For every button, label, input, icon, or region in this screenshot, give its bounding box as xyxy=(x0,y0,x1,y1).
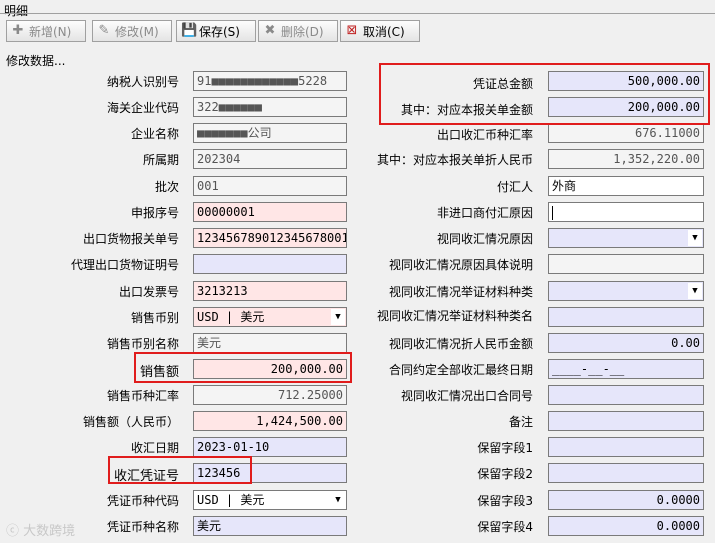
label-customs-code: 海关企业代码 xyxy=(106,101,179,115)
delete-x-icon: ✖ xyxy=(264,23,276,38)
non-importer-reason-field[interactable] xyxy=(548,202,704,222)
floppy-disk-icon: 💾 xyxy=(181,23,198,38)
sales-amount-rmb-field[interactable]: 1,424,500.00 xyxy=(193,411,347,431)
label-sales-currency-name: 销售币别名称 xyxy=(106,337,179,351)
remarks-field[interactable] xyxy=(548,411,704,431)
label-taxpayer-id: 纳税人识别号 xyxy=(106,75,179,89)
edit-button[interactable]: ✎ 修改(M) xyxy=(92,20,172,42)
invoice-no-field[interactable]: 3213213 xyxy=(193,281,347,301)
label-reserved-3: 保留字段3 xyxy=(477,494,533,508)
label-export-exchange-rate: 出口收汇币种汇率 xyxy=(436,128,533,142)
label-batch: 批次 xyxy=(154,180,179,194)
label-deemed-rmb-amount: 视同收汇情况折人民币金额 xyxy=(388,337,533,351)
declaration-seq-field[interactable]: 00000001 xyxy=(193,202,347,222)
payer-field[interactable]: 外商 xyxy=(548,176,704,196)
reserved-2-field[interactable] xyxy=(548,463,704,483)
label-reserved-2: 保留字段2 xyxy=(477,467,533,481)
evidence-type-select[interactable]: ▼ xyxy=(548,281,704,301)
plus-icon: ✚ xyxy=(12,23,24,38)
evidence-type-name-field[interactable] xyxy=(548,307,704,327)
highlight-sales-amount xyxy=(134,352,352,383)
deemed-reason-detail-field[interactable] xyxy=(548,254,704,274)
label-period: 所属期 xyxy=(142,153,179,167)
save-button[interactable]: 💾 保存(S) xyxy=(176,20,256,42)
batch-field[interactable]: 001 xyxy=(193,176,347,196)
frame-divider xyxy=(0,13,715,14)
add-button[interactable]: ✚ 新增(N) xyxy=(6,20,86,42)
voucher-currency-code-select[interactable]: USD | 美元 ▼ xyxy=(193,490,347,510)
taxpayer-id-field[interactable]: 91■■■■■■■■■■■■5228 xyxy=(193,71,347,91)
customs-declaration-no-field[interactable]: 123456789012345678001 xyxy=(193,228,347,248)
chevron-down-icon[interactable]: ▼ xyxy=(688,230,702,246)
period-field[interactable]: 202304 xyxy=(193,149,347,169)
label-reserved-4: 保留字段4 xyxy=(477,520,533,534)
label-non-importer-reason: 非进口商付汇原因 xyxy=(436,206,533,220)
label-declaration-rmb: 其中：对应本报关单折人民币 xyxy=(376,153,533,167)
voucher-currency-name-field[interactable]: 美元 xyxy=(193,516,347,536)
reserved-1-field[interactable] xyxy=(548,437,704,457)
label-invoice-no: 出口发票号 xyxy=(118,285,179,299)
label-company-name: 企业名称 xyxy=(130,127,179,141)
cancel-icon: ⊠ xyxy=(346,23,358,38)
agent-cert-no-field[interactable] xyxy=(193,254,347,274)
customs-code-field[interactable]: 322■■■■■■ xyxy=(193,97,347,117)
highlight-receipt-voucher xyxy=(108,456,252,484)
export-exchange-rate-field[interactable]: 676.11000 xyxy=(548,123,704,143)
sales-currency-select[interactable]: USD | 美元 ▼ xyxy=(193,307,347,327)
label-agent-cert-no: 代理出口货物证明号 xyxy=(70,258,179,272)
label-reserved-1: 保留字段1 xyxy=(477,441,533,455)
label-evidence-type-name: 视同收汇情况举证材料种类名 xyxy=(376,309,533,323)
label-declaration-seq: 申报序号 xyxy=(130,206,179,220)
label-sales-amount-rmb: 销售额（人民币） xyxy=(82,415,179,429)
label-voucher-currency-code: 凭证币种代码 xyxy=(106,494,179,508)
reserved-4-field[interactable]: 0.0000 xyxy=(548,516,704,536)
receipt-date-field[interactable]: 2023-01-10 xyxy=(193,437,347,457)
label-payer: 付汇人 xyxy=(496,180,533,194)
sales-currency-name-field[interactable]: 美元 xyxy=(193,333,347,353)
company-name-field[interactable]: ■■■■■■■公司 xyxy=(193,123,347,143)
chevron-down-icon[interactable]: ▼ xyxy=(688,283,702,299)
label-deemed-reason: 视同收汇情况原因 xyxy=(436,232,533,246)
text-cursor xyxy=(552,205,553,220)
chevron-down-icon[interactable]: ▼ xyxy=(331,492,345,508)
window-title: 明细 xyxy=(4,4,29,18)
label-voucher-currency-name: 凭证币种名称 xyxy=(106,520,179,534)
sales-exchange-rate-field[interactable]: 712.25000 xyxy=(193,385,347,405)
watermark-logo: ⓒ 大数跨境 xyxy=(6,524,76,539)
export-contract-no-field[interactable] xyxy=(548,385,704,405)
deemed-reason-select[interactable]: ▼ xyxy=(548,228,704,248)
delete-button[interactable]: ✖ 删除(D) xyxy=(258,20,338,42)
label-customs-declaration-no: 出口货物报关单号 xyxy=(82,232,179,246)
label-remarks: 备注 xyxy=(508,415,533,429)
status-text: 修改数据... xyxy=(6,54,66,68)
label-sales-currency: 销售币别 xyxy=(130,311,179,325)
label-sales-exchange-rate: 销售币种汇率 xyxy=(106,389,179,403)
label-deemed-reason-detail: 视同收汇情况原因具体说明 xyxy=(388,258,533,272)
reserved-3-field[interactable]: 0.0000 xyxy=(548,490,704,510)
chevron-down-icon[interactable]: ▼ xyxy=(331,309,345,325)
cancel-button[interactable]: ⊠ 取消(C) xyxy=(340,20,420,42)
label-receipt-date: 收汇日期 xyxy=(130,441,179,455)
edit-icon: ✎ xyxy=(98,23,110,38)
label-evidence-type: 视同收汇情况举证材料种类 xyxy=(388,285,533,299)
final-receipt-date-field[interactable]: ____-__-__ xyxy=(548,359,704,379)
declaration-rmb-field[interactable]: 1,352,220.00 xyxy=(548,149,704,169)
label-export-contract-no: 视同收汇情况出口合同号 xyxy=(400,389,533,403)
deemed-rmb-amount-field[interactable]: 0.00 xyxy=(548,333,704,353)
highlight-voucher-amounts xyxy=(379,63,710,125)
label-final-receipt-date: 合同约定全部收汇最终日期 xyxy=(388,363,533,377)
